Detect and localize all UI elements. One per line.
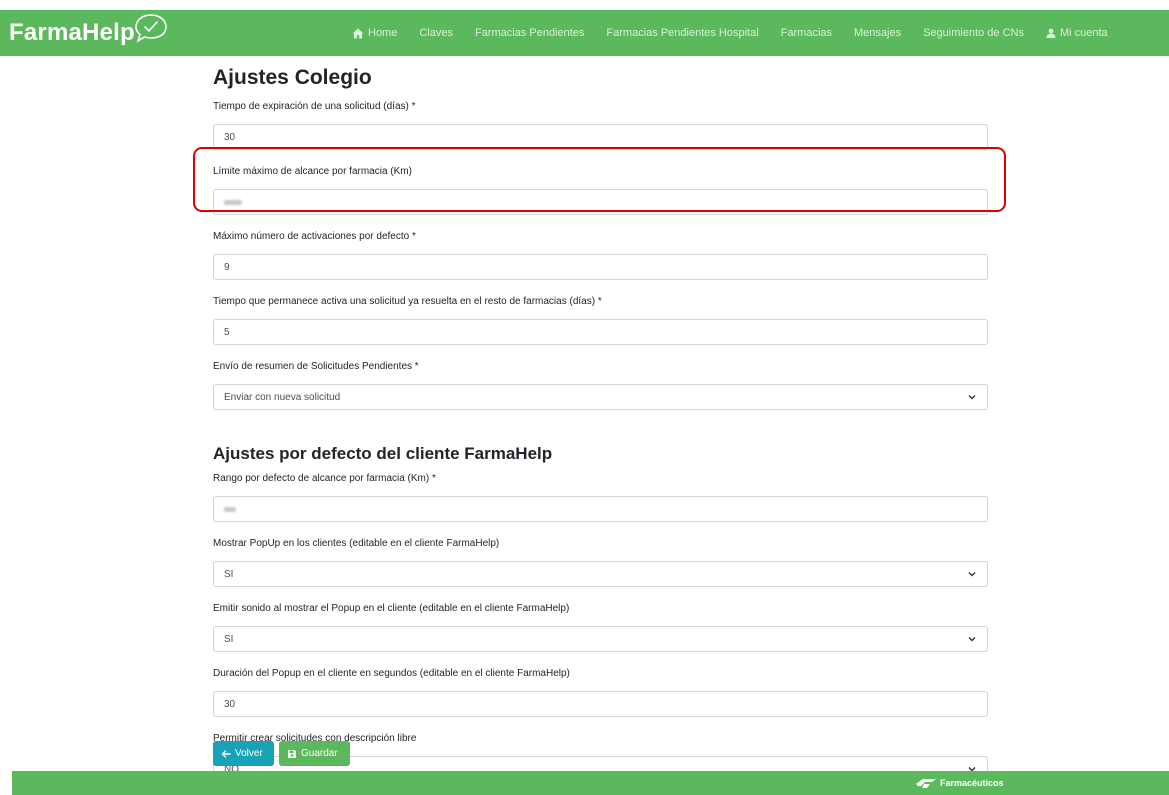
volver-label: Volver [235, 748, 263, 759]
duracion-label: Duración del Popup en el cliente en segu… [213, 668, 570, 679]
top-navbar: FarmaHelp Home Claves Farmacias Pendient… [0, 10, 1169, 56]
nav-mi-cuenta-label: Mi cuenta [1059, 27, 1108, 39]
highlight-annotation [193, 147, 1006, 212]
activaciones-label: Máximo número de activaciones por defect… [213, 231, 416, 242]
popup-label: Mostrar PopUp en los clientes (editable … [213, 538, 500, 549]
duracion-value: 30 [224, 698, 236, 710]
home-icon [352, 28, 364, 38]
footer-logo[interactable]: Farmacéuticos [915, 777, 1004, 789]
footer-logo-text: Farmacéuticos [940, 778, 1004, 788]
brand-name: FarmaHelp [9, 19, 135, 46]
nav-mi-cuenta[interactable]: Mi cuenta [1046, 27, 1108, 39]
brand-logo[interactable]: FarmaHelp [9, 14, 169, 47]
activaciones-value: 9 [224, 261, 230, 273]
redacted-value [224, 506, 236, 512]
activaciones-input[interactable]: 9 [213, 254, 988, 280]
nav-home[interactable]: Home [352, 27, 397, 39]
popup-select[interactable]: SI [213, 561, 988, 587]
nav-seguimiento-cns[interactable]: Seguimiento de CNs [923, 27, 1024, 39]
expiracion-value: 30 [224, 131, 236, 143]
chevron-down-icon [968, 394, 976, 400]
nav-farmacias[interactable]: Farmacias [781, 27, 832, 39]
rango-label: Rango por defecto de alcance por farmaci… [213, 473, 436, 484]
nav-mensajes[interactable]: Mensajes [854, 27, 901, 39]
resumen-label: Envío de resumen de Solicitudes Pendient… [213, 361, 419, 372]
nav-farmacias-pendientes-hospital[interactable]: Farmacias Pendientes Hospital [606, 27, 758, 39]
sonido-select[interactable]: SI [213, 626, 988, 652]
volver-button[interactable]: Volver [213, 741, 274, 766]
sonido-label: Emitir sonido al mostrar el Popup en el … [213, 603, 570, 614]
footer-bar: Farmacéuticos [12, 771, 1169, 795]
user-icon [1046, 28, 1056, 38]
resumen-value: Enviar con nueva solicitud [224, 391, 341, 403]
duracion-input[interactable]: 30 [213, 691, 988, 717]
check-bubble-icon [135, 14, 167, 43]
rango-input[interactable] [213, 496, 988, 522]
permanece-label: Tiempo que permanece activa una solicitu… [213, 296, 602, 307]
nav-home-label: Home [368, 27, 398, 39]
sonido-value: SI [224, 633, 234, 645]
farmaceuticos-logo-icon [916, 779, 936, 788]
arrow-left-icon [221, 749, 231, 758]
nav-farmacias-pendientes[interactable]: Farmacias Pendientes [475, 27, 584, 39]
save-icon [288, 749, 296, 758]
nav-claves[interactable]: Claves [419, 27, 453, 39]
guardar-button[interactable]: Guardar [279, 741, 350, 766]
permanece-input[interactable]: 5 [213, 319, 988, 345]
guardar-label: Guardar [301, 748, 338, 759]
expiracion-label: Tiempo de expiración de una solicitud (d… [213, 101, 416, 112]
resumen-select[interactable]: Enviar con nueva solicitud [213, 384, 988, 410]
colegio-title: Ajustes Colegio [213, 66, 372, 89]
chevron-down-icon [968, 571, 976, 577]
permanece-value: 5 [224, 326, 230, 338]
cliente-title: Ajustes por defecto del cliente FarmaHel… [213, 444, 553, 463]
popup-value: SI [224, 568, 234, 580]
chevron-down-icon [968, 636, 976, 642]
